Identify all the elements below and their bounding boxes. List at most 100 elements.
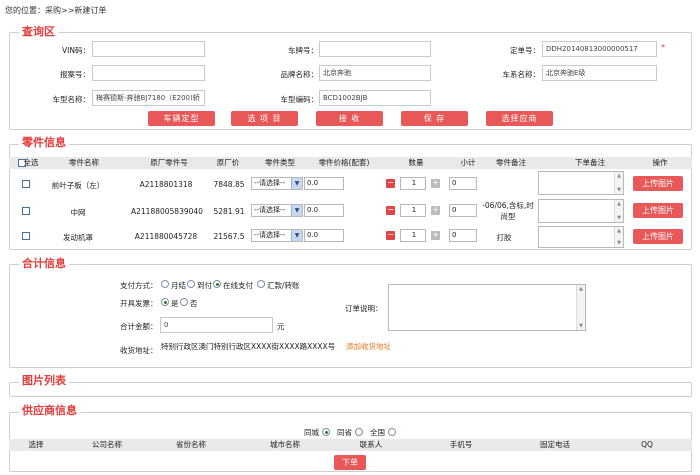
row-checkbox[interactable]	[22, 180, 30, 188]
model-input[interactable]: 梅赛德斯-奔驰BJ7180（E200)轿	[92, 90, 205, 106]
col-subtotal: 小计	[460, 158, 476, 167]
modelcode-input[interactable]: BCD1002BJB	[319, 90, 431, 106]
part-price-input[interactable]: 0.0	[304, 204, 344, 217]
choose-supplier-button[interactable]: 选择应商	[486, 111, 553, 126]
col-qty: 数量	[408, 158, 424, 167]
pay-option-radio[interactable]	[187, 280, 195, 288]
invoice-option-radio[interactable]	[180, 298, 188, 306]
qty-input[interactable]: 1	[400, 229, 426, 242]
oem-price: 7848.85	[213, 180, 245, 189]
brand-label: 品牌名称：	[280, 70, 319, 79]
invoice-option-label: 是	[171, 299, 179, 308]
scrollbar[interactable]: ▲ ▼	[614, 172, 623, 194]
chevron-down-icon: ▼	[291, 178, 302, 189]
scrollbar[interactable]: ▲ ▼	[576, 285, 585, 330]
order-remark-textarea[interactable]: ▲ ▼	[538, 171, 624, 195]
plate-label: 车牌号：	[288, 46, 318, 55]
col-action: 操作	[652, 158, 668, 167]
breadcrumb: 您的位置：采购>>新建订单	[5, 6, 107, 15]
part-name: 发动机罩	[63, 233, 93, 242]
series-label: 车系名称：	[502, 70, 541, 79]
parts-table-header: 全选 零件名称 原厂零件号 原厂价 零件类型 零件价格(配套) 数量 小计 零件…	[9, 157, 692, 169]
pay-label: 支付方式：	[120, 281, 158, 290]
save-button[interactable]: 保 存	[401, 111, 468, 126]
address-label: 收货地址：	[120, 346, 158, 355]
col-oem-code: 原厂零件号	[150, 158, 188, 167]
col-contact: 联系人	[359, 440, 383, 449]
scope-option-radio[interactable]	[388, 428, 396, 436]
scrollbar[interactable]: ▲ ▼	[614, 200, 623, 222]
scrollbar[interactable]: ▲ ▼	[614, 227, 623, 247]
receive-button[interactable]: 接 收	[316, 111, 383, 126]
pay-option-radio[interactable]	[161, 280, 169, 288]
part-type-select[interactable]: --请选择-- ▼	[251, 204, 303, 217]
supplier-legend: 供应商信息	[19, 404, 80, 418]
oem-code: A2118801318	[139, 180, 193, 189]
model-label: 车型名称：	[52, 95, 91, 104]
pay-option-label: 到付	[197, 281, 212, 290]
increase-qty-button[interactable]: +	[431, 179, 440, 188]
add-address-link[interactable]: 添加收货地址	[162, 341, 393, 352]
vin-label: VIN码：	[62, 46, 90, 55]
pay-option-radio[interactable]	[213, 280, 221, 288]
qty-input[interactable]: 1	[400, 204, 426, 217]
supplier-table-header: 选择 公司名称 省份名称 城市名称 联系人 手机号 固定电话 QQ	[9, 439, 692, 451]
qty-input[interactable]: 1	[400, 177, 426, 190]
plate-input[interactable]	[319, 41, 431, 57]
vehicle-fix-button[interactable]: 车辆定型	[148, 111, 215, 126]
increase-qty-button[interactable]: +	[431, 231, 440, 240]
brand-input[interactable]: 北京奔驰	[319, 65, 431, 81]
part-name: 前叶子板（左）	[51, 181, 105, 190]
invoice-option-radio[interactable]	[161, 298, 169, 306]
order-note-textarea[interactable]: ▲ ▼	[388, 284, 586, 331]
col-part-remark: 零件备注	[496, 158, 526, 167]
order-remark-textarea[interactable]: ▲ ▼	[538, 199, 624, 223]
subtotal-input[interactable]: 0	[449, 229, 477, 242]
chevron-down-icon: ▼	[291, 205, 302, 216]
decrease-qty-button[interactable]: −	[386, 179, 395, 188]
vin-input[interactable]	[92, 41, 205, 57]
pay-option-radio[interactable]	[257, 280, 265, 288]
scope-option-label: 全国	[370, 428, 385, 437]
upload-image-button[interactable]: 上传图片	[633, 176, 683, 191]
reporter-label: 报案号：	[60, 70, 90, 79]
row-checkbox[interactable]	[22, 232, 30, 240]
part-type-select[interactable]: --请选择-- ▼	[251, 229, 303, 242]
order-remark-label: 订单说明：	[345, 304, 383, 313]
scope-option-radio[interactable]	[322, 428, 330, 436]
order-remark-textarea[interactable]: ▲ ▼	[538, 226, 624, 248]
part-price-input[interactable]: 0.0	[304, 229, 344, 242]
col-city: 城市名称	[270, 440, 300, 449]
images-section	[9, 382, 692, 397]
subtotal-input[interactable]: 0	[449, 177, 477, 190]
oem-price: 21567.5	[213, 232, 245, 241]
upload-image-button[interactable]: 上传图片	[633, 229, 683, 244]
reporter-input[interactable]	[92, 65, 205, 81]
subtotal-input[interactable]: 0	[449, 204, 477, 217]
part-type-select[interactable]: --请选择-- ▼	[251, 177, 303, 190]
part-price-input[interactable]: 0.0	[304, 177, 344, 190]
part-remark: 打胶	[496, 233, 512, 242]
select-item-button[interactable]: 选 项 目	[231, 111, 298, 126]
series-input[interactable]: 北京奔驰E级	[542, 65, 657, 81]
decrease-qty-button[interactable]: −	[386, 231, 395, 240]
scope-option-label: 同省	[337, 428, 352, 437]
decrease-qty-button[interactable]: −	[386, 206, 395, 215]
oem-code: A21188005839040	[131, 207, 203, 216]
amount-input[interactable]: 0	[160, 317, 273, 333]
increase-qty-button[interactable]: +	[431, 206, 440, 215]
upload-image-button[interactable]: 上传图片	[633, 203, 683, 218]
order-input[interactable]: DDH20140813000000517	[542, 41, 657, 57]
pay-option-label: 汇款/转账	[267, 281, 300, 290]
place-order-button[interactable]: 下单	[334, 455, 366, 470]
scope-option-radio[interactable]	[355, 428, 363, 436]
col-mobile: 手机号	[449, 440, 473, 449]
amount-unit: 元	[277, 322, 285, 331]
pay-option-label: 在线支付	[223, 281, 253, 290]
col-order-remark: 下单备注	[575, 158, 605, 167]
row-checkbox[interactable]	[22, 207, 30, 215]
col-select: 选择	[28, 440, 44, 449]
col-oem-price: 原厂价	[216, 158, 240, 167]
part-remark: -06/06,含标,时尚型	[482, 201, 534, 221]
modelcode-label: 车型编码：	[280, 95, 319, 104]
